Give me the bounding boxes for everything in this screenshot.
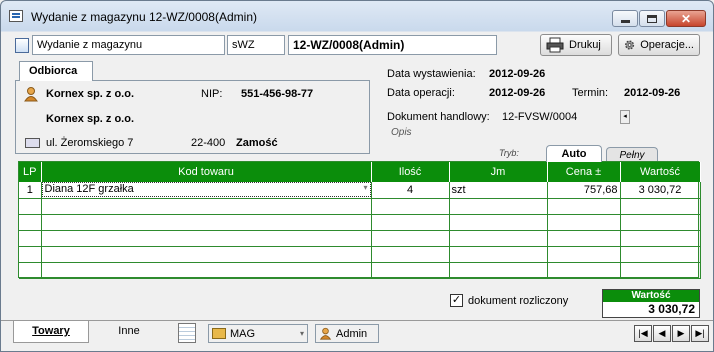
nip-label: NIP:	[201, 88, 223, 100]
operation-date-label: Data operacji:	[387, 87, 455, 99]
total-value-box: Wartość 3 030,72	[602, 289, 700, 318]
window-title: Wydanie z magazynu 12-WZ/0008(Admin)	[31, 10, 257, 24]
document-type-value: Wydanie z magazynu	[37, 39, 143, 51]
operation-date[interactable]: 2012-09-26	[489, 87, 545, 99]
warehouse-select[interactable]: MAG ▾	[208, 324, 308, 343]
operations-button[interactable]: Operacje...	[618, 34, 700, 56]
tab-inne-label: Inne	[118, 325, 140, 337]
trade-doc-label: Dokument handlowy:	[387, 111, 490, 123]
recipient-panel: Kornex sp. z o.o. NIP: 551-456-98-77 Kor…	[15, 80, 370, 154]
minimize-icon	[620, 20, 630, 23]
empty-row[interactable]	[19, 198, 701, 215]
person-icon	[24, 87, 38, 102]
issue-date[interactable]: 2012-09-26	[489, 68, 545, 80]
recipient-name-2: Kornex sp. z o.o.	[46, 113, 135, 125]
user-icon	[319, 327, 332, 340]
empty-row[interactable]	[19, 262, 701, 279]
cell-product-code[interactable]: Diana 12F grzałka ▾	[41, 182, 372, 199]
column-header-cena[interactable]: Cena ±	[547, 162, 621, 182]
last-icon: ▶|	[695, 328, 705, 338]
table-row[interactable]: 1 Diana 12F grzałka ▾ 4 szt 757,68 3 030…	[19, 182, 701, 199]
tab-towary-label: Towary	[32, 325, 70, 337]
trade-doc-value[interactable]: 12-FVSW/0004	[502, 111, 577, 123]
empty-row[interactable]	[19, 246, 701, 263]
maximize-icon	[647, 14, 657, 23]
tab-odbiorca[interactable]: Odbiorca	[19, 61, 93, 81]
items-grid: LP Kod towaru Ilość Jm Cena ± Wartość 1 …	[18, 161, 701, 279]
cell-lp: 1	[19, 182, 42, 199]
address-card-icon	[25, 138, 40, 148]
cell-price: 757,68	[547, 182, 621, 199]
cell-value: 3 030,72	[620, 182, 701, 199]
tab-towary[interactable]: Towary	[13, 321, 89, 343]
settled-label[interactable]: dokument rozliczony	[468, 295, 568, 307]
warehouse-value: MAG	[230, 327, 256, 340]
total-value: 3 030,72	[648, 302, 695, 316]
minimize-button[interactable]	[612, 10, 638, 27]
recipient-name: Kornex sp. z o.o.	[46, 88, 135, 100]
term-date[interactable]: 2012-09-26	[624, 87, 680, 99]
next-icon: ▶	[677, 328, 685, 338]
title-bar: Wydanie z magazynu 12-WZ/0008(Admin) ✕	[1, 1, 713, 31]
operations-label: Operacje...	[640, 39, 694, 51]
empty-row[interactable]	[19, 230, 701, 247]
settled-checkbox[interactable]: ✓	[450, 294, 463, 307]
tab-auto-label: Auto	[561, 148, 587, 160]
gear-icon	[625, 40, 635, 50]
last-record-button[interactable]: ▶|	[691, 325, 709, 342]
street: ul. Żeromskiego 7	[46, 137, 134, 149]
column-header-ilosc[interactable]: Ilość	[371, 162, 450, 182]
warehouse-icon	[212, 328, 226, 339]
term-label: Termin:	[572, 87, 609, 99]
maximize-button[interactable]	[639, 10, 665, 27]
print-button[interactable]: Drukuj	[540, 34, 612, 56]
print-label: Drukuj	[569, 39, 601, 51]
tab-pelny-label: Pełny	[619, 150, 645, 161]
tab-inne[interactable]: Inne	[96, 321, 162, 343]
empty-row[interactable]	[19, 214, 701, 231]
chevron-down-icon: ▾	[299, 329, 304, 338]
document-icon	[9, 10, 23, 22]
document-type-icon	[15, 38, 29, 53]
previous-record-button[interactable]: ◀	[653, 325, 671, 342]
first-record-button[interactable]: |◀	[634, 325, 652, 342]
printer-icon	[546, 37, 564, 53]
series-field[interactable]: sWZ	[227, 35, 285, 55]
first-icon: |◀	[638, 328, 648, 338]
column-header-lp[interactable]: LP	[19, 162, 42, 182]
series-value: sWZ	[232, 39, 255, 51]
tab-odbiorca-label: Odbiorca	[29, 65, 78, 77]
document-number-value: 12-WZ/0008(Admin)	[293, 38, 405, 52]
user-field[interactable]: Admin	[315, 324, 379, 343]
trade-doc-scroll-button[interactable]: ◂	[620, 110, 630, 124]
document-window: Wydanie z magazynu 12-WZ/0008(Admin) ✕ W…	[0, 0, 714, 352]
column-header-kod-towaru[interactable]: Kod towaru	[41, 162, 372, 182]
total-value-label: Wartość	[603, 290, 699, 302]
column-header-jm[interactable]: Jm	[449, 162, 548, 182]
close-icon: ✕	[680, 11, 692, 26]
document-number-field[interactable]: 12-WZ/0008(Admin)	[288, 35, 497, 55]
user-value: Admin	[336, 327, 368, 340]
mode-label: Tryb:	[499, 148, 519, 158]
issue-date-label: Data wystawienia:	[387, 68, 476, 80]
column-header-wartosc[interactable]: Wartość	[620, 162, 701, 182]
tab-auto[interactable]: Auto	[546, 145, 602, 162]
cell-product-code-value: Diana 12F grzałka	[44, 183, 134, 196]
nip-value: 551-456-98-77	[241, 88, 314, 100]
notepad-icon[interactable]	[178, 323, 196, 343]
opis-label: Opis	[391, 127, 412, 138]
next-record-button[interactable]: ▶	[672, 325, 690, 342]
document-type-field[interactable]: Wydanie z magazynu	[32, 35, 225, 55]
postcode: 22-400	[191, 137, 226, 149]
close-button[interactable]: ✕	[666, 10, 706, 27]
cell-quantity: 4	[371, 182, 450, 199]
grid-header-row: LP Kod towaru Ilość Jm Cena ± Wartość	[19, 162, 701, 182]
dropdown-arrow-icon[interactable]: ▾	[363, 183, 367, 196]
cell-unit: szt	[449, 182, 548, 199]
city: Zamość	[236, 137, 278, 149]
previous-icon: ◀	[658, 328, 666, 338]
